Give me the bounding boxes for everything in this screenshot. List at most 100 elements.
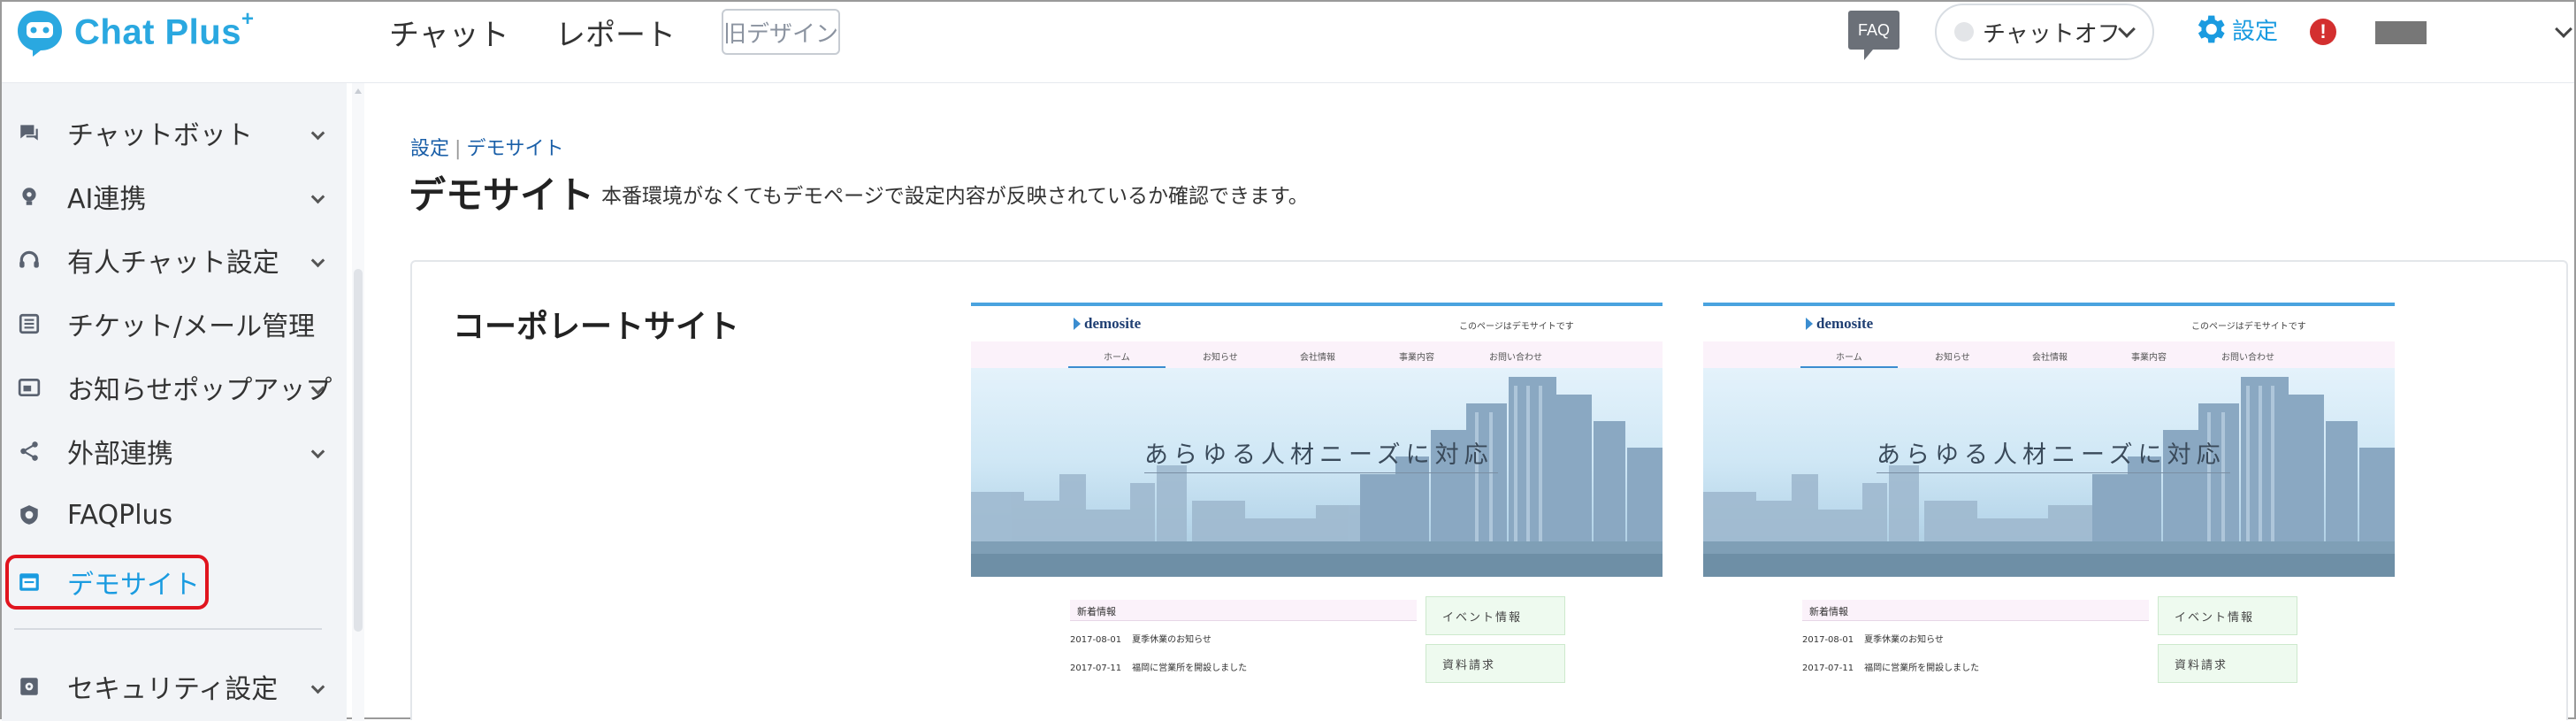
preview-hero-text: あらゆる人材ニーズに対応 bbox=[1877, 441, 2226, 469]
preview-nav: ホーム お知らせ 会社情報 事業内容 お問い合わせ bbox=[971, 341, 1663, 368]
preview-news-item: 2017-07-11 福岡に営業所を開設しました bbox=[1802, 660, 1979, 673]
demo-site-preview[interactable]: demosite このページはデモサイトです ホーム お知らせ 会社情報 事業内… bbox=[971, 303, 1663, 721]
preview-topline bbox=[1703, 303, 2395, 306]
alert-icon[interactable]: ! bbox=[2310, 19, 2336, 45]
chevron-down-icon bbox=[310, 444, 325, 458]
preview-banner-event: イベント情報 bbox=[2158, 596, 2297, 635]
preview-note: このページはデモサイトです bbox=[2191, 322, 2306, 332]
preview-hero-image: あらゆる人材ニーズに対応 bbox=[971, 368, 1663, 577]
user-menu-chevron-icon[interactable] bbox=[2555, 20, 2572, 38]
chevron-down-icon bbox=[310, 126, 325, 140]
preview-nav-contact: お問い合わせ bbox=[1489, 353, 1542, 363]
sidebar-item-label: AI連携 bbox=[67, 184, 147, 215]
scrollbar-thumb[interactable] bbox=[354, 269, 363, 632]
news-date: 2017-07-11 bbox=[1070, 663, 1122, 673]
faq-shield-icon bbox=[20, 505, 38, 525]
sidebar: チャットボット AI連携 有人チャット設定 チケット/メール管理 お知らせポップ… bbox=[2, 83, 347, 721]
demo-site-preview[interactable]: demosite このページはデモサイトです ホーム お知らせ 会社情報 事業内… bbox=[1703, 303, 2395, 721]
page-title: デモサイト bbox=[409, 173, 595, 217]
sidebar-item-label: お知らせポップアップ bbox=[67, 375, 333, 406]
preview-nav-home: ホーム bbox=[1104, 353, 1130, 363]
preview-hero-text: あらゆる人材ニーズに対応 bbox=[1144, 441, 1494, 469]
logo-text: Chat Plus+ bbox=[74, 7, 255, 52]
lightbulb-icon bbox=[22, 188, 36, 205]
chevron-down-icon bbox=[2118, 20, 2136, 38]
sidebar-divider bbox=[14, 628, 322, 630]
chat-bubble-icon bbox=[20, 125, 38, 141]
preview-logo: demosite bbox=[1074, 315, 1141, 333]
headset-icon bbox=[19, 250, 39, 268]
page-description: 本番環境がなくてもデモページで設定内容が反映されているか確認できます。 bbox=[601, 185, 1309, 208]
sidebar-item-security[interactable]: セキュリティ設定 bbox=[2, 660, 347, 713]
breadcrumb-current: デモサイト bbox=[466, 138, 564, 160]
chevron-down-icon bbox=[310, 189, 325, 203]
chat-status-dropdown[interactable]: チャットオフ bbox=[1935, 4, 2154, 60]
preview-logo: demosite bbox=[1806, 315, 1873, 333]
sidebar-item-operator-chat[interactable]: 有人チャット設定 bbox=[2, 234, 347, 287]
sidebar-item-external-integration[interactable]: 外部連携 bbox=[2, 425, 347, 478]
sidebar-item-faqplus[interactable]: FAQPlus bbox=[2, 488, 347, 541]
share-icon bbox=[20, 441, 38, 461]
chatplus-logo-icon bbox=[18, 11, 62, 57]
preview-banner-event: イベント情報 bbox=[1426, 596, 1565, 635]
status-dot-icon bbox=[1954, 22, 1974, 42]
chevron-down-icon bbox=[310, 253, 325, 267]
settings-link[interactable]: 設定 bbox=[2191, 11, 2278, 48]
chevron-down-icon bbox=[310, 679, 325, 694]
preview-banner-docs: 資料請求 bbox=[2158, 644, 2297, 683]
preview-note: このページはデモサイトです bbox=[1459, 322, 1574, 332]
sidebar-item-label: 外部連携 bbox=[67, 439, 173, 470]
preview-news-item: 2017-08-01 夏季休業のお知らせ bbox=[1802, 632, 1944, 645]
preview-hero-line bbox=[1877, 472, 2230, 473]
sidebar-item-label: チケット/メール管理 bbox=[67, 311, 316, 342]
preview-nav-news: お知らせ bbox=[1935, 353, 1970, 363]
sidebar-item-label: 有人チャット設定 bbox=[67, 248, 279, 279]
sidebar-item-notification-popup[interactable]: お知らせポップアップ bbox=[2, 361, 347, 414]
breadcrumb-separator: | bbox=[455, 138, 462, 160]
preview-hero-line bbox=[1144, 472, 1498, 473]
preview-news-heading: 新着情報 bbox=[1802, 600, 2149, 621]
preview-nav-business: 事業内容 bbox=[1399, 353, 1434, 363]
news-text: 夏季休業のお知らせ bbox=[1864, 635, 1944, 645]
nav-report[interactable]: レポート bbox=[555, 11, 676, 54]
faq-label: FAQ bbox=[1857, 20, 1890, 39]
preview-hero-image: あらゆる人材ニーズに対応 bbox=[1703, 368, 2395, 577]
news-date: 2017-08-01 bbox=[1802, 635, 1854, 645]
preview-banner-docs: 資料請求 bbox=[1426, 644, 1565, 683]
logo[interactable]: Chat Plus+ bbox=[14, 7, 255, 58]
news-text: 福岡に営業所を開設しました bbox=[1132, 663, 1248, 673]
preview-nav-company: 会社情報 bbox=[2032, 353, 2068, 363]
popup-window-icon bbox=[18, 378, 41, 397]
gear-icon bbox=[2198, 15, 2225, 43]
selection-highlight bbox=[5, 555, 209, 610]
preview-news-heading: 新着情報 bbox=[1070, 600, 1417, 621]
old-design-button[interactable]: 旧デザイン bbox=[722, 9, 840, 55]
sidebar-item-chatbot[interactable]: チャットボット bbox=[2, 106, 347, 159]
sidebar-item-label: チャットボット bbox=[67, 120, 253, 151]
news-date: 2017-08-01 bbox=[1070, 635, 1122, 645]
preview-nav: ホーム お知らせ 会社情報 事業内容 お問い合わせ bbox=[1703, 341, 2395, 368]
preview-topline bbox=[971, 303, 1663, 306]
settings-label: 設定 bbox=[2232, 18, 2279, 45]
breadcrumb: 設定 | デモサイト bbox=[410, 133, 563, 161]
lock-icon bbox=[20, 678, 38, 695]
breadcrumb-settings[interactable]: 設定 bbox=[410, 138, 449, 160]
sidebar-item-ticket-mail[interactable]: チケット/メール管理 bbox=[2, 297, 347, 350]
nav-chat[interactable]: チャット bbox=[389, 11, 509, 54]
scroll-up-icon[interactable] bbox=[355, 88, 362, 94]
sidebar-item-label: FAQPlus bbox=[67, 499, 173, 531]
faq-icon[interactable]: FAQ bbox=[1848, 11, 1900, 60]
preview-nav-home: ホーム bbox=[1836, 353, 1862, 363]
preview-nav-contact: お問い合わせ bbox=[2221, 353, 2274, 363]
news-text: 夏季休業のお知らせ bbox=[1132, 635, 1212, 645]
sidebar-scrollbar[interactable] bbox=[352, 83, 364, 721]
preview-nav-company: 会社情報 bbox=[1300, 353, 1335, 363]
sidebar-item-label: セキュリティ設定 bbox=[67, 674, 279, 705]
preview-nav-news: お知らせ bbox=[1203, 353, 1238, 363]
preview-nav-business: 事業内容 bbox=[2131, 353, 2167, 363]
avatar[interactable] bbox=[2375, 21, 2427, 44]
top-bar: Chat Plus+ チャット レポート 旧デザイン FAQ チャットオフ 設定… bbox=[2, 2, 2574, 83]
card-title: コーポレートサイト bbox=[453, 309, 740, 345]
sidebar-item-ai[interactable]: AI連携 bbox=[2, 170, 347, 223]
news-text: 福岡に営業所を開設しました bbox=[1864, 663, 1980, 673]
